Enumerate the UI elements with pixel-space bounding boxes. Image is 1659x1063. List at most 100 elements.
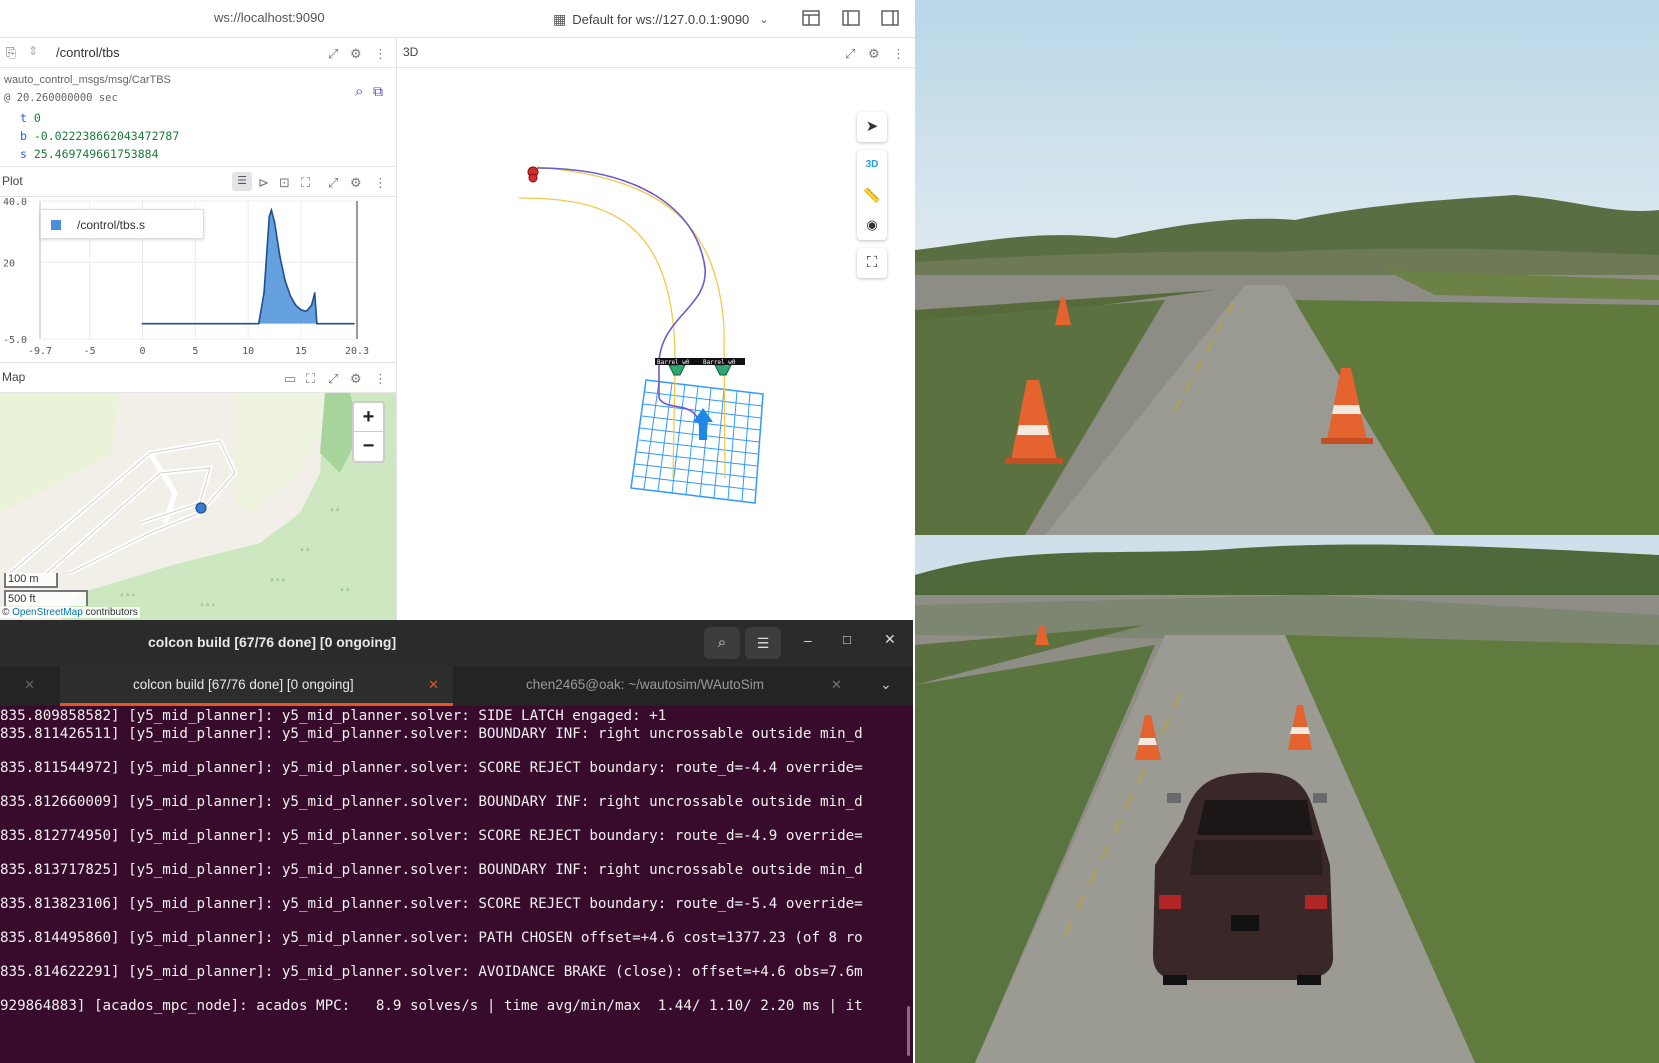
- minimize-icon[interactable]: –: [804, 632, 812, 648]
- terminal-title: colcon build [67/76 done] [0 ongoing]: [148, 634, 397, 650]
- toggle-3d-button[interactable]: 3D: [857, 150, 887, 180]
- settings-icon[interactable]: ⚙: [868, 46, 880, 62]
- data-point: [313, 292, 316, 294]
- legend-label: /control/tbs.s: [77, 218, 146, 232]
- data-point: [270, 209, 273, 212]
- topic-picker-icon[interactable]: ⎘: [6, 45, 16, 61]
- split-icon[interactable]: ⛶: [306, 371, 315, 387]
- terminal-tabbar: ✕ colcon build [67/76 done] [0 ongoing] …: [0, 666, 913, 706]
- data-point: [305, 310, 308, 313]
- search-icon[interactable]: ⌕: [355, 83, 363, 100]
- data-point: [263, 292, 265, 294]
- search-icon[interactable]: ⌕: [704, 627, 740, 659]
- close-icon[interactable]: ✕: [428, 677, 439, 693]
- data-point: [266, 246, 269, 248]
- zoom-area-icon[interactable]: ⊡: [279, 175, 290, 191]
- y-tick-label: 40.0: [3, 197, 27, 208]
- add-panel-icon[interactable]: [800, 8, 822, 28]
- layout-label: Default for ws://127.0.0.1:9090: [572, 11, 750, 27]
- map-zoom-control: + −: [352, 401, 385, 463]
- right-sidebar-toggle-icon[interactable]: [879, 8, 901, 28]
- publish-point-icon[interactable]: ◉: [857, 210, 887, 240]
- x-tick-label: 15: [295, 346, 307, 357]
- tab-label: chen2465@oak: ~/wautosim/WAutoSim: [526, 677, 764, 692]
- x-tick-label: 10: [242, 346, 254, 357]
- more-menu-icon[interactable]: ⋮: [892, 46, 905, 62]
- settings-icon[interactable]: ⚙: [350, 175, 362, 191]
- more-menu-icon[interactable]: ⋮: [374, 175, 387, 191]
- layout-selector[interactable]: ▦ Default for ws://127.0.0.1:9090 ⌄: [553, 9, 769, 29]
- hamburger-menu-icon[interactable]: ☰: [745, 627, 781, 659]
- chevron-down-icon[interactable]: ⌄: [880, 676, 892, 693]
- more-menu-icon[interactable]: ⋮: [374, 371, 387, 387]
- terminal-line: 835.814622291] [y5_mid_planner]: y5_mid_…: [0, 964, 863, 980]
- data-point: [315, 322, 318, 325]
- sort-icon[interactable]: ⇕: [28, 44, 38, 58]
- close-icon[interactable]: ✕: [884, 631, 896, 648]
- barrel-label-2: Barrel_w0: [703, 359, 736, 366]
- 3d-scene[interactable]: Barrel_w0 Barrel_w0: [397, 68, 915, 620]
- copy-icon[interactable]: ⧉: [373, 83, 383, 100]
- y-tick-label: -5.0: [3, 335, 27, 346]
- data-point: [294, 304, 297, 307]
- fullscreen-icon[interactable]: ⤢: [845, 46, 855, 62]
- svg-text:ᐞ ᐞ ᐞ: ᐞ ᐞ ᐞ: [270, 578, 285, 585]
- settings-icon[interactable]: ⚙: [350, 371, 362, 387]
- field-row: t 0: [20, 109, 179, 127]
- map-attribution: © OpenStreetMap contributors: [0, 607, 140, 618]
- x-tick-label: 0: [139, 346, 145, 357]
- raw-panel-header: ⎘ ⇕ /control/tbs ⤢ ⚙ ⋮: [0, 38, 396, 68]
- goal-marker: [527, 166, 539, 183]
- fit-view-button[interactable]: ⛶: [857, 248, 887, 278]
- terminal-scrollbar[interactable]: [907, 1006, 910, 1056]
- plot-title: Plot: [2, 174, 23, 188]
- zoom-in-button[interactable]: +: [354, 403, 383, 432]
- local-grid: [630, 379, 764, 504]
- fullscreen-icon[interactable]: ⤢: [328, 175, 338, 191]
- svg-text:ᐞ ᐞ ᐞ: ᐞ ᐞ ᐞ: [200, 603, 215, 610]
- lane-boundaries: [518, 166, 726, 479]
- maximize-icon[interactable]: □: [843, 632, 851, 647]
- connection-label[interactable]: ws://localhost:9090: [214, 10, 325, 25]
- plot-panel: Plot ☰ ⊳ ⊡ ⛶ ⤢ ⚙ ⋮ -9.7 -5 0 5 10 15 20.3 40.0 2…: [0, 166, 397, 362]
- close-icon[interactable]: ✕: [24, 677, 35, 693]
- fullscreen-icon[interactable]: ⤢: [328, 46, 338, 62]
- pointer-icon[interactable]: ⊳: [258, 175, 269, 191]
- close-icon[interactable]: ✕: [831, 677, 842, 693]
- reset-view-icon[interactable]: ⛶: [301, 175, 310, 191]
- topic-label[interactable]: /control/tbs: [56, 45, 120, 60]
- x-tick-label: 20.3: [345, 346, 369, 357]
- zoom-out-button[interactable]: −: [354, 432, 383, 461]
- field-row: b -0.022238662043472787: [20, 127, 179, 145]
- barrel-label-1: Barrel_w0: [657, 359, 690, 366]
- data-point: [300, 308, 302, 311]
- attribution-link[interactable]: OpenStreetMap: [12, 607, 83, 618]
- fullscreen-icon[interactable]: ⤢: [328, 371, 338, 387]
- raw-messages-panel: ⎘ ⇕ /control/tbs ⤢ ⚙ ⋮ wauto_control_msg…: [0, 38, 397, 166]
- plot-legend: /control/tbs.s: [40, 209, 204, 239]
- layers-icon[interactable]: ▭: [284, 371, 296, 387]
- tab-colcon-build[interactable]: colcon build [67/76 done] [0 ongoing] ✕: [60, 666, 453, 706]
- view-tools-group: 3D 📏 ◉: [857, 150, 887, 240]
- svg-text:ᐞ ᐞ: ᐞ ᐞ: [340, 588, 350, 595]
- msg-fields: t 0 b -0.022238662043472787 s 25.4697496…: [20, 109, 179, 163]
- left-sidebar-toggle-icon[interactable]: [840, 8, 862, 28]
- more-menu-icon[interactable]: ⋮: [374, 46, 387, 62]
- svg-text:ᐞ ᐞ: ᐞ ᐞ: [300, 548, 310, 555]
- plot-panel-header: Plot ☰ ⊳ ⊡ ⛶ ⤢ ⚙ ⋮: [0, 167, 396, 197]
- map-canvas[interactable]: ᐞ ᐞ ᐞ ᐞ ᐞ ᐞ ᐞ ᐞ ᐞ ᐞ ᐞ ᐞ ᐞ ᐞ ᐞ: [0, 393, 396, 620]
- camera-view-front: [915, 0, 1659, 535]
- legend-toggle-icon[interactable]: ☰: [232, 172, 252, 191]
- tab-shell[interactable]: chen2465@oak: ~/wautosim/WAutoSim ✕: [453, 666, 873, 706]
- data-point: [141, 322, 144, 325]
- settings-icon[interactable]: ⚙: [350, 46, 362, 62]
- terminal-line: 835.811544972] [y5_mid_planner]: y5_mid_…: [0, 760, 863, 776]
- barrel-marker-1: [668, 364, 686, 376]
- measure-ruler-icon[interactable]: 📏: [857, 180, 887, 210]
- msg-timestamp: @ 20.260000000 sec: [4, 92, 118, 104]
- terminal-line: 929864883] [acados_mpc_node]: acados MPC…: [0, 998, 863, 1014]
- scale-imperial: 500 ft: [4, 590, 88, 606]
- terminal-output[interactable]: 835.809858582] [y5_mid_planner]: y5_mid_…: [0, 706, 913, 1063]
- field-key: s: [20, 147, 27, 161]
- select-tool-button[interactable]: ➤: [857, 112, 887, 142]
